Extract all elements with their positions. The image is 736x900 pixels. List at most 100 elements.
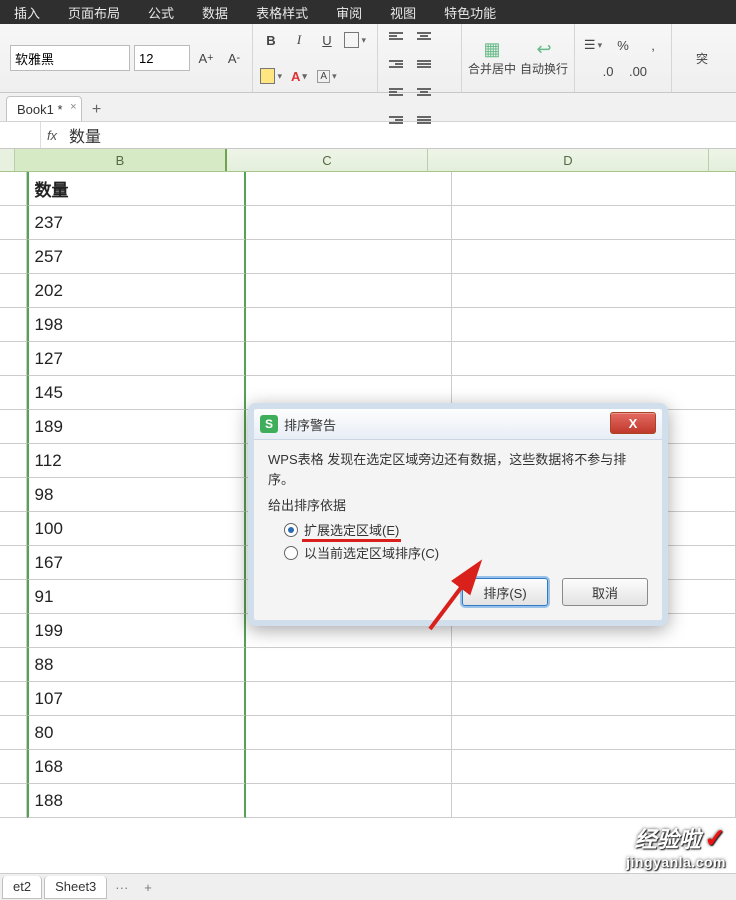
data-cell[interactable]: 198 xyxy=(27,308,246,342)
row-gutter[interactable] xyxy=(0,784,27,818)
menu-review[interactable]: 审阅 xyxy=(322,3,376,22)
radio-current-selection[interactable]: 以当前选定区域排序(C) xyxy=(268,541,648,564)
menu-formula[interactable]: 公式 xyxy=(134,3,188,22)
sheet-more[interactable]: ··· xyxy=(107,880,136,895)
row-gutter[interactable] xyxy=(0,716,27,750)
align-top-icon[interactable] xyxy=(384,24,408,48)
cell[interactable] xyxy=(452,682,736,716)
cell[interactable] xyxy=(246,750,452,784)
sort-button[interactable]: 排序(S) xyxy=(462,578,548,606)
style-a-button[interactable]: A▾ xyxy=(315,64,339,88)
cell[interactable] xyxy=(452,716,736,750)
menu-view[interactable]: 视图 xyxy=(376,3,430,22)
row-gutter[interactable] xyxy=(0,512,27,546)
col-header-b[interactable]: B xyxy=(15,149,227,171)
cell[interactable] xyxy=(452,172,736,206)
data-cell[interactable]: 80 xyxy=(27,716,246,750)
cell[interactable] xyxy=(452,648,736,682)
cell[interactable] xyxy=(452,784,736,818)
data-cell[interactable]: 202 xyxy=(27,274,246,308)
align-bot-icon[interactable] xyxy=(384,52,408,76)
header-cell[interactable]: 数量 xyxy=(27,172,246,206)
row-gutter[interactable] xyxy=(0,206,27,240)
col-header-blank[interactable] xyxy=(0,149,15,171)
row-gutter[interactable] xyxy=(0,648,27,682)
cell[interactable] xyxy=(246,172,452,206)
font-size-select[interactable] xyxy=(134,45,190,71)
dialog-close-button[interactable]: X xyxy=(610,412,656,434)
decimal-inc-button[interactable]: .0 xyxy=(596,59,620,83)
col-header-c[interactable]: C xyxy=(227,149,428,171)
cell[interactable] xyxy=(246,648,452,682)
data-cell[interactable]: 199 xyxy=(27,614,246,648)
menu-layout[interactable]: 页面布局 xyxy=(54,3,134,22)
data-cell[interactable]: 167 xyxy=(27,546,246,580)
italic-button[interactable]: I xyxy=(287,28,311,52)
sheet-add[interactable]: + xyxy=(136,880,160,895)
font-name-select[interactable] xyxy=(10,45,130,71)
data-cell[interactable]: 145 xyxy=(27,376,246,410)
menu-data[interactable]: 数据 xyxy=(188,3,242,22)
break-button[interactable]: 突 xyxy=(678,34,726,82)
cell[interactable] xyxy=(452,206,736,240)
data-cell[interactable]: 127 xyxy=(27,342,246,376)
row-gutter[interactable] xyxy=(0,342,27,376)
align-center-icon[interactable] xyxy=(412,80,436,104)
row-gutter[interactable] xyxy=(0,172,27,206)
row-gutter[interactable] xyxy=(0,410,27,444)
row-gutter[interactable] xyxy=(0,478,27,512)
align-mid-icon[interactable] xyxy=(412,24,436,48)
row-gutter[interactable] xyxy=(0,240,27,274)
fx-icon[interactable]: fx xyxy=(41,128,63,143)
menu-insert[interactable]: 插入 xyxy=(0,3,54,22)
row-gutter[interactable] xyxy=(0,682,27,716)
data-cell[interactable]: 168 xyxy=(27,750,246,784)
row-gutter[interactable] xyxy=(0,444,27,478)
sheet-tab-2[interactable]: et2 xyxy=(2,876,42,899)
percent-button[interactable]: % xyxy=(611,33,635,57)
align-left-icon[interactable] xyxy=(384,80,408,104)
close-tab-icon[interactable]: × xyxy=(70,101,76,113)
row-gutter[interactable] xyxy=(0,750,27,784)
cell[interactable] xyxy=(246,206,452,240)
wrap-text-button[interactable]: ↩ 自动换行 xyxy=(520,34,568,82)
cell[interactable] xyxy=(246,716,452,750)
align-right-icon[interactable] xyxy=(384,108,408,132)
indent-inc-icon[interactable] xyxy=(412,108,436,132)
cell[interactable] xyxy=(452,240,736,274)
cell[interactable] xyxy=(246,274,452,308)
cell[interactable] xyxy=(246,784,452,818)
data-cell[interactable]: 107 xyxy=(27,682,246,716)
number-format-button[interactable]: ☰▾ xyxy=(581,33,605,57)
font-shrink-icon[interactable]: A- xyxy=(222,46,246,70)
merge-center-button[interactable]: ▦ 合并居中 xyxy=(468,34,516,82)
row-gutter[interactable] xyxy=(0,546,27,580)
row-gutter[interactable] xyxy=(0,308,27,342)
cell[interactable] xyxy=(246,240,452,274)
data-cell[interactable]: 91 xyxy=(27,580,246,614)
fill-color-button[interactable]: ▾ xyxy=(259,64,283,88)
data-cell[interactable]: 188 xyxy=(27,784,246,818)
cell[interactable] xyxy=(246,308,452,342)
formula-value[interactable]: 数量 xyxy=(63,123,101,147)
indent-dec-icon[interactable] xyxy=(412,52,436,76)
dialog-titlebar[interactable]: S 排序警告 X xyxy=(254,409,662,440)
menu-special[interactable]: 特色功能 xyxy=(430,3,510,22)
cell[interactable] xyxy=(246,342,452,376)
col-header-d[interactable]: D xyxy=(428,149,709,171)
menu-table-style[interactable]: 表格样式 xyxy=(242,3,322,22)
cell[interactable] xyxy=(452,308,736,342)
radio-expand-selection[interactable]: 扩展选定区域(E) xyxy=(268,518,648,541)
cell[interactable] xyxy=(452,274,736,308)
row-gutter[interactable] xyxy=(0,614,27,648)
underline-button[interactable]: U xyxy=(315,28,339,52)
row-gutter[interactable] xyxy=(0,580,27,614)
doc-tab-book1[interactable]: Book1 * × xyxy=(6,96,82,121)
sheet-tab-3[interactable]: Sheet3 xyxy=(44,876,107,899)
font-color-button[interactable]: A▾ xyxy=(287,64,311,88)
row-gutter[interactable] xyxy=(0,376,27,410)
cell[interactable] xyxy=(452,342,736,376)
decimal-dec-button[interactable]: .00 xyxy=(626,59,650,83)
row-gutter[interactable] xyxy=(0,274,27,308)
cell[interactable] xyxy=(246,682,452,716)
